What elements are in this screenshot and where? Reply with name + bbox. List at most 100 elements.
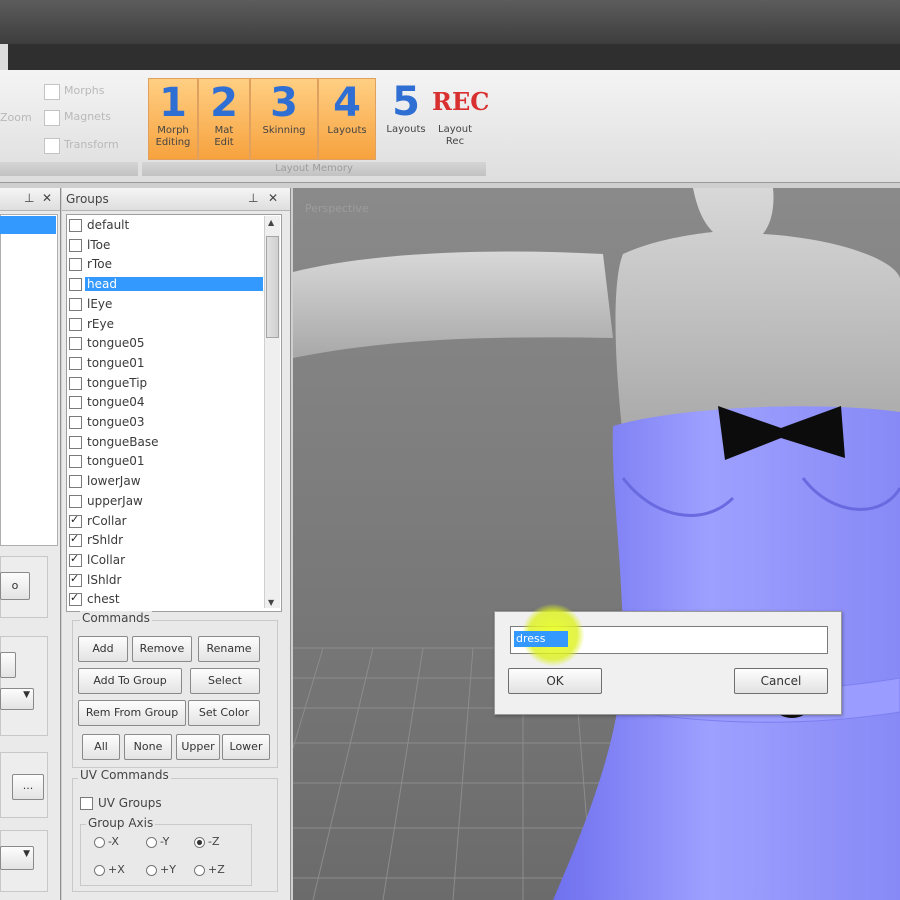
layout-5-button[interactable]: 5 Layouts [380,78,432,158]
group-item[interactable]: lToe [67,236,263,255]
rem-from-group-button[interactable]: Rem From Group [78,700,186,726]
rename-input-value[interactable]: dress [514,631,568,647]
group-item-checkbox[interactable] [69,513,82,528]
layout-2-button[interactable]: 2 Mat Edit [198,78,250,160]
left-list-selected-row[interactable] [0,216,56,234]
group-item[interactable]: lEye [67,295,263,314]
remove-button[interactable]: Remove [132,636,192,662]
left-list[interactable] [0,214,58,546]
group-item-checkbox[interactable] [69,278,82,292]
group-item-checkbox[interactable] [69,219,82,232]
group-item-label: tongueTip [87,375,148,390]
group-item[interactable]: tongueBase [67,433,263,452]
group-item[interactable]: chest [67,590,263,609]
axis-pos-z-radio[interactable] [194,865,205,876]
layout-rec-label-2: Rec [445,136,465,147]
magnets-label: Magnets [64,110,111,123]
layout-1-button[interactable]: 1 Morph Editing [148,78,198,160]
axis-pos-y-radio[interactable] [146,865,157,876]
layout-3-label-1: Skinning [262,125,306,136]
group-item-label: tongue01 [87,355,145,370]
left-button-1[interactable]: o [0,572,30,600]
groups-list[interactable]: default lToe rToe head lEye rEye tongue05 tongu… [66,214,282,612]
ok-button[interactable]: OK [508,668,602,694]
group-item-checkbox[interactable] [69,297,82,311]
group-item-checkbox[interactable] [69,591,82,607]
group-item[interactable]: rCollar [67,512,263,531]
group-item-checkbox[interactable] [69,494,82,508]
left-dropdown-2[interactable]: ▼ [0,846,34,870]
axis-neg-y-radio[interactable] [146,837,157,848]
group-item-label: lToe [87,237,111,252]
group-item-checkbox[interactable] [69,396,82,410]
group-item-label: lShldr [87,572,122,587]
group-item[interactable]: tongue04 [67,393,263,412]
group-item[interactable]: default [67,216,263,235]
axis-neg-z-radio[interactable] [194,837,205,848]
group-item[interactable]: tongue03 [67,413,263,432]
group-item[interactable]: upperJaw [67,492,263,511]
group-item-label: rEye [87,316,114,331]
group-item[interactable]: lCollar [67,551,263,570]
pin-icon[interactable]: ⊥ [24,191,34,205]
group-item[interactable]: tongueTip [67,374,263,393]
close-icon[interactable]: ✕ [268,191,278,205]
group-item-checkbox[interactable] [69,532,82,548]
pin-icon[interactable]: ⊥ [248,191,258,205]
layout-rec-label-1: Layout [438,124,472,135]
group-item-checkbox[interactable] [69,475,82,489]
transform-checkbox[interactable] [44,138,60,154]
scroll-up-icon[interactable]: ▲ [268,218,274,227]
group-item-checkbox[interactable] [69,317,82,331]
menu-tab[interactable] [0,44,8,70]
group-item-checkbox[interactable] [69,435,82,449]
group-item-checkbox[interactable] [69,416,82,429]
layout-3-button[interactable]: 3 Skinning [250,78,318,160]
groups-scrollbar-thumb[interactable] [266,236,279,338]
axis-neg-x-radio[interactable] [94,837,105,848]
group-item-checkbox[interactable] [69,238,82,252]
group-axis-fieldset [80,824,252,886]
group-item[interactable]: head [67,275,263,294]
perspective-viewport[interactable] [293,188,900,900]
group-item[interactable]: lowerJaw [67,472,263,491]
group-item-checkbox[interactable] [69,258,82,272]
add-button[interactable]: Add [78,636,128,662]
group-item[interactable]: tongue01 [67,354,263,373]
group-item[interactable]: rEye [67,315,263,334]
set-color-button[interactable]: Set Color [188,700,260,726]
all-button[interactable]: All [82,734,120,760]
ribbon: Zoom Morphs Magnets Transform 1 Morph Ed… [0,70,900,183]
cancel-button[interactable]: Cancel [734,668,828,694]
none-button[interactable]: None [124,734,172,760]
uv-groups-checkbox[interactable] [80,797,93,810]
morphs-checkbox[interactable] [44,84,60,100]
rename-button[interactable]: Rename [198,636,260,662]
group-item-label: upperJaw [87,493,143,508]
left-dropdown[interactable]: ▼ [0,688,34,710]
group-item[interactable]: rToe [67,255,263,274]
group-item-checkbox[interactable] [69,572,82,587]
group-item[interactable]: rShldr [67,531,263,550]
group-item-checkbox[interactable] [69,552,82,567]
group-item-checkbox[interactable] [69,455,82,469]
layout-rec-button[interactable]: REC Layout Rec [432,78,489,158]
select-button[interactable]: Select [190,668,260,694]
lower-button[interactable]: Lower [222,734,270,760]
left-button-2[interactable] [0,652,16,678]
group-item[interactable]: lShldr [67,571,263,590]
axis-pos-x-radio[interactable] [94,865,105,876]
group-item[interactable]: tongue01 [67,452,263,471]
scroll-down-icon[interactable]: ▼ [268,598,274,607]
browse-button[interactable]: ... [12,774,44,800]
layout-4-label-1: Layouts [327,125,367,136]
magnets-checkbox[interactable] [44,110,60,126]
group-item-checkbox[interactable] [69,376,82,390]
group-item-checkbox[interactable] [69,337,82,351]
upper-button[interactable]: Upper [176,734,220,760]
layout-4-button[interactable]: 4 Layouts [318,78,376,160]
add-to-group-button[interactable]: Add To Group [78,668,182,694]
close-icon[interactable]: ✕ [42,191,52,205]
group-item-checkbox[interactable] [69,356,82,370]
group-item[interactable]: tongue05 [67,334,263,353]
